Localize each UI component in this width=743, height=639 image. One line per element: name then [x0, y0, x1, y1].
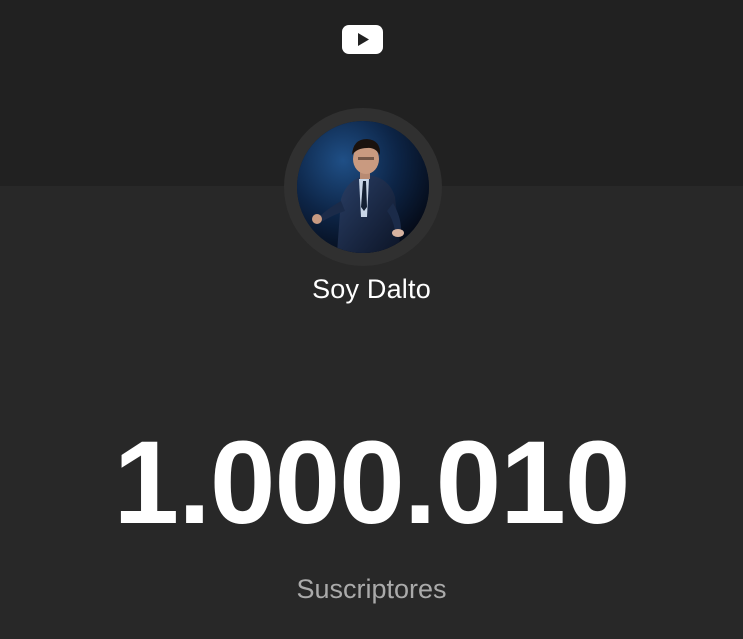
channel-avatar[interactable] [297, 121, 429, 253]
subscriber-label: Suscriptores [296, 574, 447, 604]
channel-name: Soy Dalto [312, 274, 431, 304]
youtube-play-icon [342, 25, 383, 54]
subscriber-count: 1.000.010 [113, 417, 631, 549]
subscriber-counter-page: Soy Dalto 1.000.010 Suscriptores [0, 0, 743, 639]
